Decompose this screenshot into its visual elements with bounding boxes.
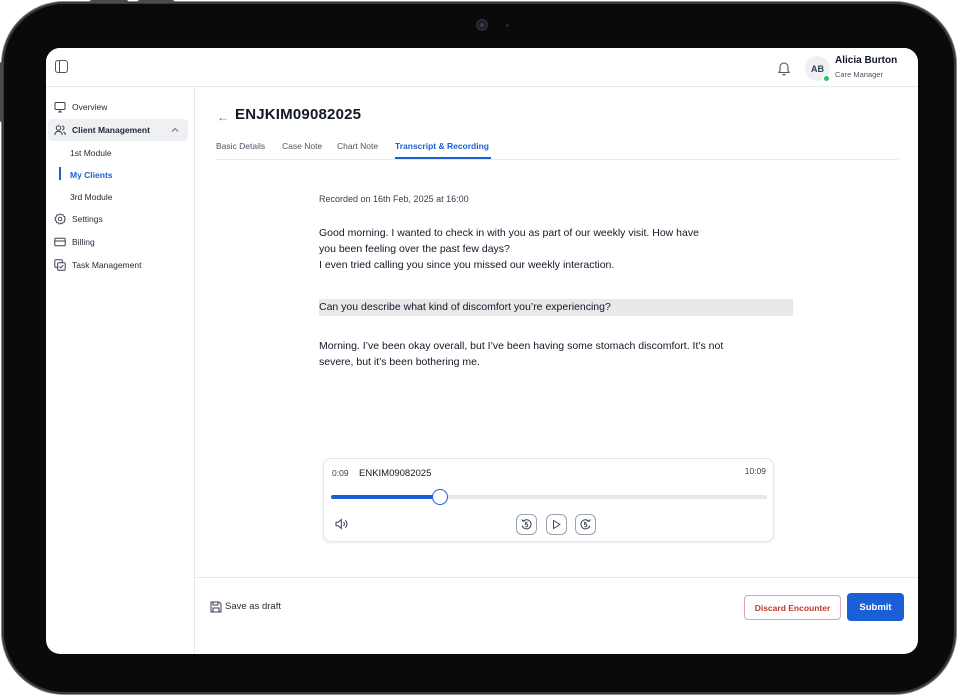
audio-player: 0:09 ENKIM09082025 10:09 bbox=[323, 458, 774, 542]
online-status-dot bbox=[823, 75, 830, 82]
active-tab-underline bbox=[395, 157, 491, 159]
sidebar-item-task-management[interactable]: Task Management bbox=[48, 254, 188, 276]
bell-icon[interactable] bbox=[777, 60, 791, 76]
top-button bbox=[90, 0, 128, 3]
transcript-line: you been feeling over the past few days? bbox=[319, 243, 510, 255]
discard-encounter-button[interactable]: Discard Encounter bbox=[744, 595, 841, 620]
form-footer: Save as draft Discard Encounter Submit bbox=[195, 577, 918, 654]
seek-handle[interactable] bbox=[432, 489, 448, 505]
rewind-5-icon bbox=[521, 519, 532, 530]
transcript-line: I even tried calling you since you misse… bbox=[319, 259, 615, 271]
volume-button bbox=[0, 62, 3, 122]
transcript-paragraph: Morning. I’ve been okay overall, but I’v… bbox=[319, 338, 799, 370]
user-name[interactable]: Alicia Burton bbox=[835, 55, 897, 66]
total-time: 10:09 bbox=[744, 466, 766, 476]
tablet-frame: AB Alicia Burton Care Manager Overview C… bbox=[2, 2, 956, 694]
sidebar-item-label: Billing bbox=[72, 237, 95, 247]
top-bar: AB Alicia Burton Care Manager bbox=[46, 48, 918, 87]
sidebar-subitem-3rd-module[interactable]: 3rd Module bbox=[70, 188, 113, 206]
play-icon bbox=[553, 520, 561, 529]
save-icon[interactable] bbox=[210, 601, 222, 613]
monitor-icon bbox=[54, 102, 66, 113]
tab-case-note[interactable]: Case Note bbox=[282, 141, 322, 151]
sidebar: Overview Client Management 1st Module My… bbox=[46, 88, 195, 654]
back-arrow-icon[interactable]: ← bbox=[217, 110, 229, 124]
current-time: 0:09 bbox=[332, 468, 349, 478]
credit-card-icon bbox=[54, 237, 66, 247]
tab-basic-details[interactable]: Basic Details bbox=[216, 141, 265, 151]
sidebar-item-label: Settings bbox=[72, 214, 103, 224]
transcript-highlighted-line: Can you describe what kind of discomfort… bbox=[319, 299, 793, 316]
transcript-line: Good morning. I wanted to check in with … bbox=[319, 227, 699, 239]
play-button[interactable] bbox=[546, 514, 567, 535]
volume-icon[interactable] bbox=[335, 518, 349, 530]
sidebar-item-settings[interactable]: Settings bbox=[48, 208, 188, 230]
sidebar-item-overview[interactable]: Overview bbox=[48, 96, 188, 118]
user-role: Care Manager bbox=[835, 70, 883, 79]
active-indicator bbox=[59, 167, 61, 180]
save-as-draft-button[interactable]: Save as draft bbox=[225, 601, 281, 612]
sidebar-item-label: Client Management bbox=[72, 125, 150, 135]
sidebar-subitem-1st-module[interactable]: 1st Module bbox=[70, 144, 112, 162]
seek-progress bbox=[331, 495, 440, 499]
seek-bar[interactable] bbox=[331, 489, 767, 505]
recorded-timestamp: Recorded on 16th Feb, 2025 at 16:00 bbox=[319, 194, 469, 204]
top-button bbox=[138, 0, 174, 3]
forward-5-icon bbox=[580, 519, 591, 530]
transcript-line: Morning. I’ve been okay overall, but I’v… bbox=[319, 340, 724, 352]
app-screen: AB Alicia Burton Care Manager Overview C… bbox=[46, 48, 918, 654]
sidebar-item-client-management[interactable]: Client Management bbox=[48, 119, 188, 141]
sidebar-subitem-my-clients[interactable]: My Clients bbox=[70, 166, 113, 184]
tab-bar: Basic Details Case Note Chart Note Trans… bbox=[216, 138, 898, 160]
transcript-line: severe, but it’s been bothering me. bbox=[319, 356, 480, 368]
sidebar-item-label: Overview bbox=[72, 102, 108, 112]
ambient-sensor bbox=[506, 24, 509, 27]
sidebar-item-label: Task Management bbox=[72, 260, 142, 270]
users-icon bbox=[54, 125, 66, 136]
forward-5-button[interactable] bbox=[575, 514, 596, 535]
sidebar-toggle-icon[interactable] bbox=[55, 60, 68, 73]
tab-transcript-recording[interactable]: Transcript & Recording bbox=[395, 141, 489, 151]
submit-button[interactable]: Submit bbox=[847, 593, 904, 621]
transcript-paragraph: Good morning. I wanted to check in with … bbox=[319, 225, 794, 273]
rewind-5-button[interactable] bbox=[516, 514, 537, 535]
sidebar-item-billing[interactable]: Billing bbox=[48, 231, 188, 253]
task-icon bbox=[54, 259, 66, 271]
gear-icon bbox=[54, 213, 66, 225]
page-title: ENJKIM09082025 bbox=[235, 106, 362, 123]
tab-chart-note[interactable]: Chart Note bbox=[337, 141, 378, 151]
front-camera bbox=[476, 19, 488, 31]
track-name: ENKIM09082025 bbox=[359, 468, 432, 479]
chevron-up-icon[interactable] bbox=[170, 125, 180, 135]
